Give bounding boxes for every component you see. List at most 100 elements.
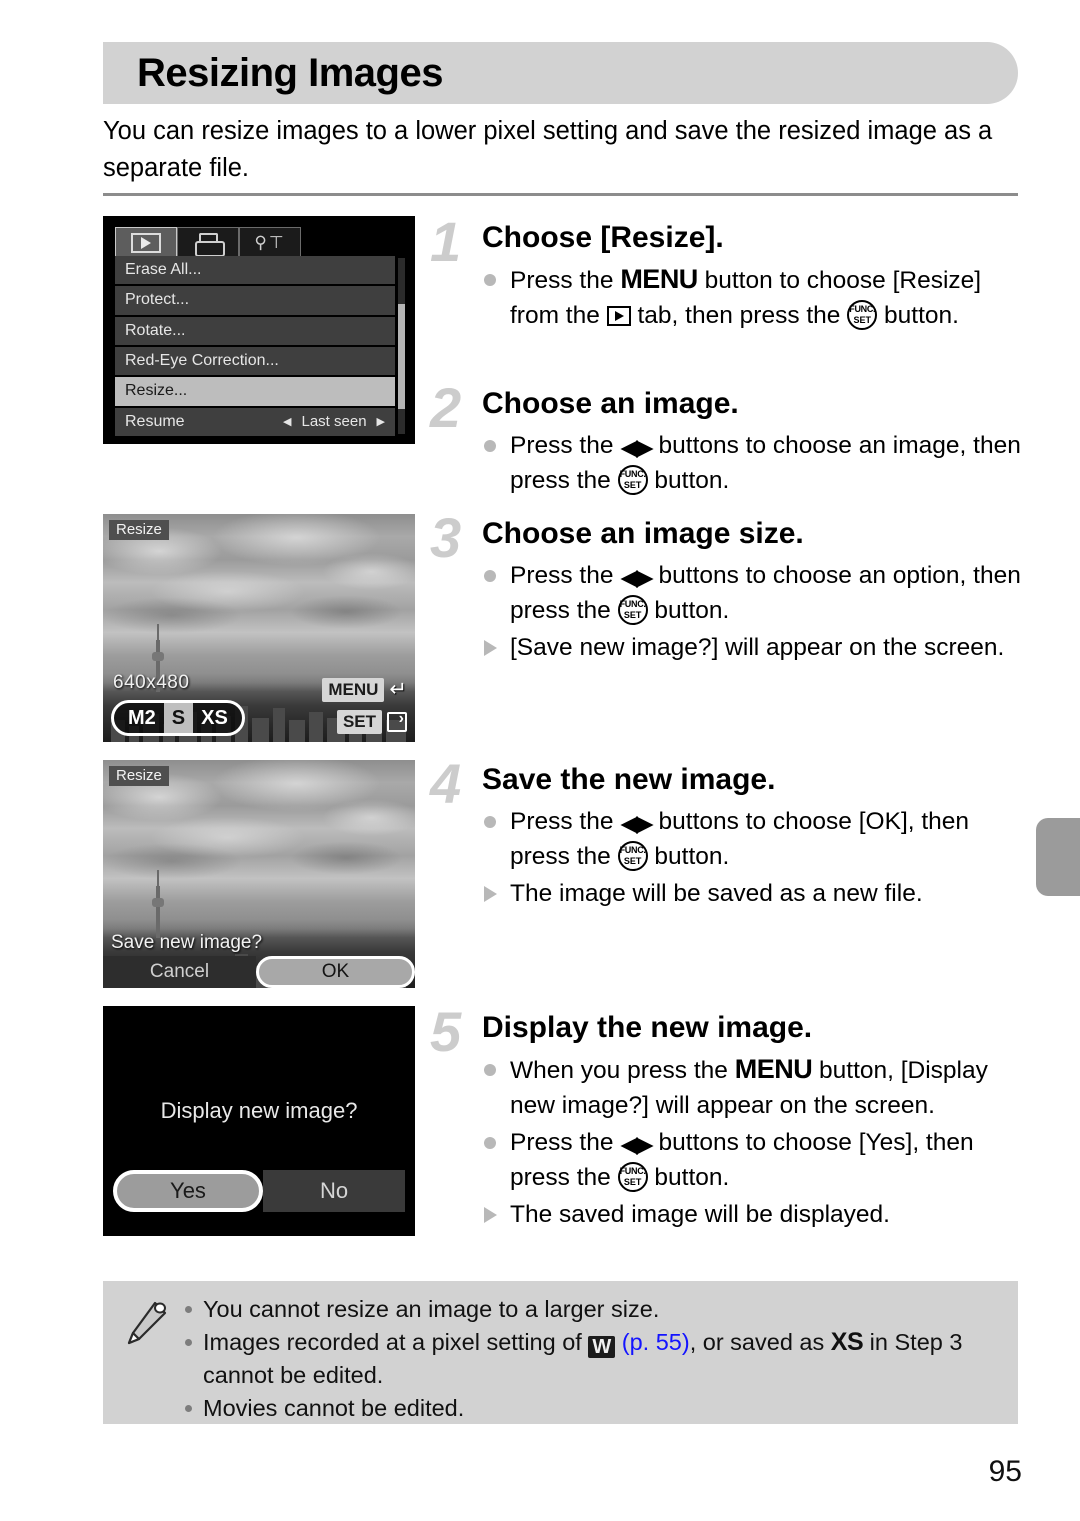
bullet-text-c: button. <box>647 467 730 494</box>
note-bullet-icon <box>185 1405 192 1412</box>
page-title: Resizing Images <box>137 50 443 95</box>
size-option-m2[interactable]: M2 <box>120 703 164 733</box>
bullet-item: Press the ◀▶ buttons to choose [Yes], th… <box>482 1125 1030 1195</box>
note-item: Images recorded at a pixel setting of W … <box>181 1326 1004 1392</box>
bullet-item: When you press the MENU button, [Display… <box>482 1052 1030 1123</box>
step-bullets: Press the MENU button to choose [Resize]… <box>482 262 1030 333</box>
func-set-line1: FUNC. <box>849 304 876 314</box>
step-4: 4 Save the new image. Press the ◀▶ butto… <box>430 756 1030 911</box>
func-set-line2: SET <box>623 480 642 490</box>
menu-tab-settings[interactable]: ⚲⊤ <box>239 227 301 257</box>
step-heading: Choose [Resize]. <box>482 221 724 254</box>
menu-item-label: Red-Eye Correction... <box>125 352 279 370</box>
resize-mode-label: Resize <box>109 766 169 786</box>
menu-item-red-eye-correction[interactable]: Red-Eye Correction... <box>115 346 395 376</box>
resolution-readout: 640x480 <box>113 672 190 693</box>
set-key-hint: SET <box>336 710 407 734</box>
func-set-icon: FUNC. SET <box>617 841 648 871</box>
note-text-pre: Images recorded at a pixel setting of <box>203 1329 589 1355</box>
playback-icon <box>606 306 631 326</box>
header-divider <box>103 193 1018 196</box>
bullet-text-c: tab, then press the <box>630 302 848 329</box>
menu-item-resize[interactable]: Resize... <box>115 377 395 406</box>
return-arrow-icon: ↵ <box>389 678 407 701</box>
page-number: 95 <box>988 1455 1022 1488</box>
page-reference-link[interactable]: (p. 55) <box>622 1329 690 1355</box>
cancel-button[interactable]: Cancel <box>103 956 256 988</box>
step-number: 1 <box>430 210 462 273</box>
bullet-text-c: button. <box>647 597 730 624</box>
bullet-text-a: Press the <box>510 267 621 294</box>
func-set-icon: FUNC. SET <box>617 465 648 495</box>
menu-item-erase-all[interactable]: Erase All... <box>115 256 395 285</box>
no-button[interactable]: No <box>263 1170 405 1212</box>
set-key-chip: SET <box>336 710 382 734</box>
save-dialog-question: Save new image? <box>111 932 263 953</box>
xs-size-icon: XS <box>830 1328 864 1356</box>
menu-item-label: Rotate... <box>125 321 186 339</box>
chevron-right-icon[interactable]: ▶ <box>377 415 385 428</box>
bullet-dot-icon <box>484 816 496 828</box>
step-heading: Save the new image. <box>482 763 776 796</box>
step-1: 1 Choose [Resize]. Press the MENU button… <box>430 214 1030 333</box>
save-dialog: Save new image? Cancel OK <box>103 926 415 988</box>
bullet-item: Press the ◀▶ buttons to choose an image,… <box>482 428 1030 498</box>
page-edge-tab <box>1036 818 1080 896</box>
resize-mode-label: Resize <box>109 520 169 540</box>
bullet-item: [Save new image?] will appear on the scr… <box>482 630 1030 665</box>
note-text: You cannot resize an image to a larger s… <box>203 1296 660 1322</box>
notes-list: You cannot resize an image to a larger s… <box>181 1293 1004 1425</box>
step-number: 5 <box>430 1000 462 1063</box>
bullet-text-a: Press the <box>510 432 621 459</box>
menu-item-protect[interactable]: Protect... <box>115 286 395 315</box>
menu-tab-playback[interactable] <box>115 227 177 257</box>
result-triangle-icon <box>484 1207 497 1223</box>
step-bullets: When you press the MENU button, [Display… <box>482 1052 1030 1232</box>
size-option-selector[interactable]: M2 S XS <box>111 700 245 736</box>
size-option-xs[interactable]: XS <box>193 703 236 733</box>
display-dialog-question: Display new image? <box>160 1098 358 1123</box>
bullet-item: Press the MENU button to choose [Resize]… <box>482 262 1030 333</box>
bullet-text-a: When you press the <box>510 1057 735 1084</box>
bullet-text-a: The image will be saved as a new file. <box>510 880 923 907</box>
bullet-item: The saved image will be displayed. <box>482 1197 1030 1232</box>
step-number: 2 <box>430 376 462 439</box>
menu-scrollbar-thumb[interactable] <box>398 303 405 410</box>
camera-menu-screenshot: ⚲⊤ Erase All... Protect... Rotate... Red… <box>103 216 415 444</box>
result-triangle-icon <box>484 640 497 656</box>
func-set-line2: SET <box>623 856 642 866</box>
note-item: Movies cannot be edited. <box>181 1392 1004 1425</box>
note-item: You cannot resize an image to a larger s… <box>181 1293 1004 1326</box>
menu-item-resume[interactable]: Resume ◀ Last seen ▶ <box>115 407 395 436</box>
func-set-line2: SET <box>623 610 642 620</box>
note-bullet-icon <box>185 1306 192 1313</box>
settings-tools-icon: ⚲⊤ <box>254 232 286 252</box>
menu-tab-print[interactable] <box>177 227 239 257</box>
pencil-icon <box>127 1301 167 1345</box>
menu-item-list: Erase All... Protect... Rotate... Red-Ey… <box>115 256 395 436</box>
bullet-text-c: button. <box>647 843 730 870</box>
menu-item-rotate[interactable]: Rotate... <box>115 316 395 345</box>
bullet-text-a: Press the <box>510 562 621 589</box>
bullet-dot-icon <box>484 1064 496 1076</box>
func-set-line2: SET <box>623 1177 642 1187</box>
chevron-left-icon[interactable]: ◀ <box>283 415 291 428</box>
step-bullets: Press the ◀▶ buttons to choose [OK], the… <box>482 804 1030 911</box>
save-dialog-buttons: Cancel OK <box>103 956 415 988</box>
save-as-new-icon <box>387 710 407 732</box>
menu-item-value-group: ◀ Last seen ▶ <box>283 413 385 430</box>
step-heading: Display the new image. <box>482 1011 813 1044</box>
step-bullets: Press the ◀▶ buttons to choose an image,… <box>482 428 1030 498</box>
yes-button[interactable]: Yes <box>113 1170 263 1212</box>
ok-button[interactable]: OK <box>256 956 415 988</box>
menu-scrollbar[interactable] <box>398 258 405 434</box>
step-3: 3 Choose an image size. Press the ◀▶ but… <box>430 510 1030 665</box>
menu-key-chip: MENU <box>322 678 385 702</box>
size-option-s[interactable]: S <box>163 703 194 733</box>
print-icon <box>195 232 225 257</box>
resize-size-screenshot: Resize 640x480 M2 S XS MENU ↵ SET <box>103 514 415 742</box>
bullet-text-a: Press the <box>510 808 621 835</box>
left-right-arrows-icon: ◀▶ <box>620 1131 653 1157</box>
bullet-text-d: button. <box>877 302 959 329</box>
manual-page: Resizing Images You can resize images to… <box>0 0 1080 1521</box>
